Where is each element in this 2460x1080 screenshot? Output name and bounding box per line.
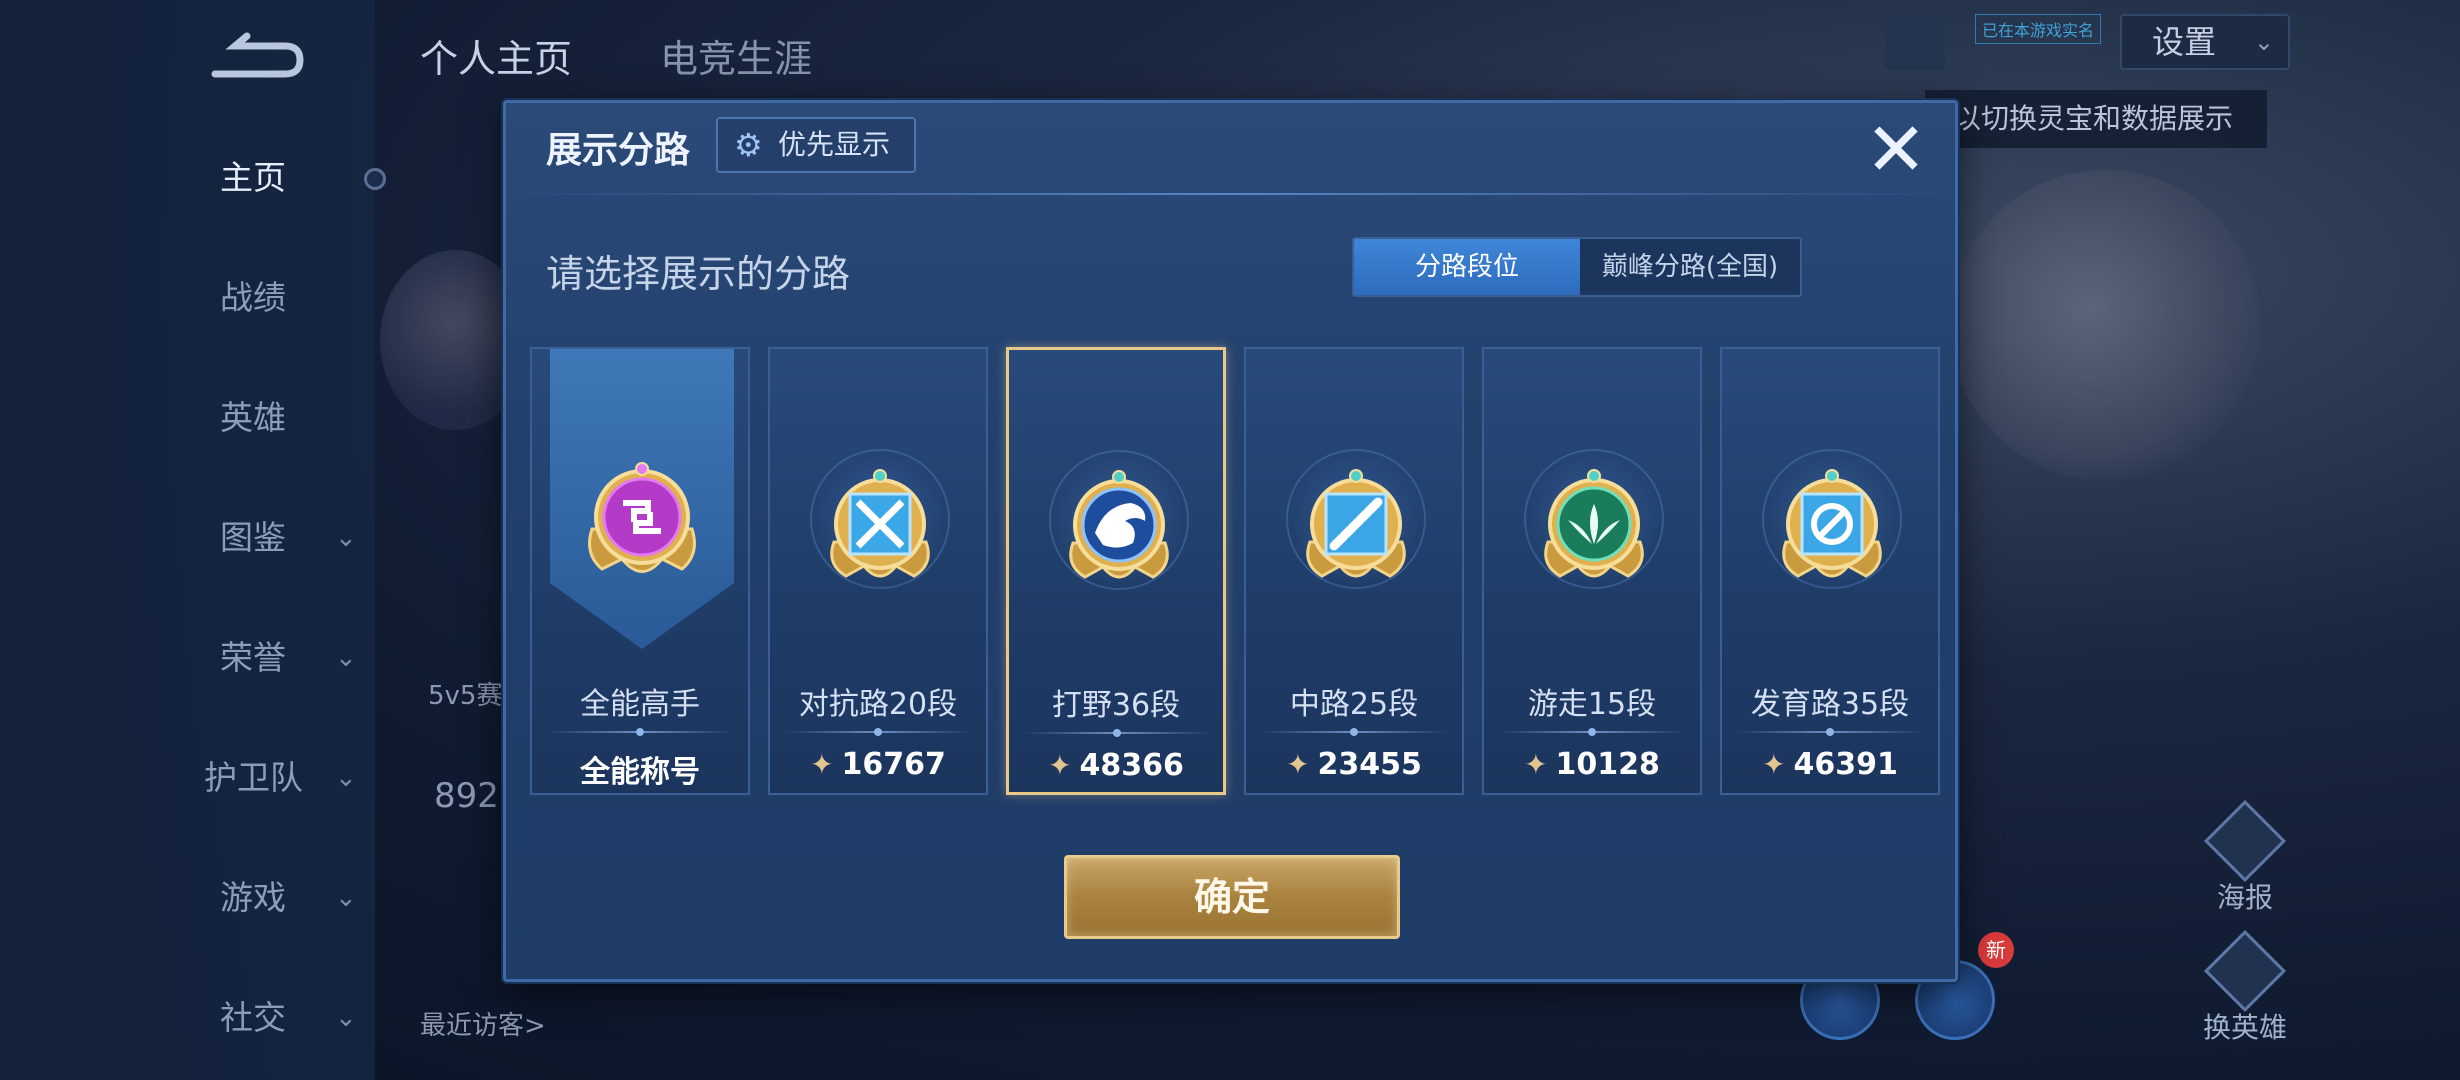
tab-lane-rank[interactable]: 分路段位 — [1354, 239, 1580, 295]
card-separator — [1736, 728, 1924, 736]
sidebar-item-honor[interactable]: 荣誉 ⌄ — [160, 628, 360, 688]
lane-card-clash[interactable]: 对抗路20段 ✦ 16767 — [768, 347, 988, 795]
new-badge: 新 — [1978, 932, 2014, 968]
verified-tag: 已在本游戏实名 — [1975, 14, 2102, 44]
sidebar-item-social[interactable]: 社交 ⌄ — [160, 988, 360, 1048]
lane-card-farm[interactable]: 发育路35段 ✦ 46391 — [1720, 347, 1940, 795]
poster-button[interactable]: 海报 — [2195, 799, 2295, 916]
lane-cards: 全能高手 全能称号 对抗路20段 ✦ 16767 打野36段 ✦ 48366 中… — [530, 347, 1940, 797]
clash-lane-badge-icon — [830, 469, 930, 578]
sidebar-item-hero[interactable]: 英雄 — [160, 388, 360, 448]
chevron-down-icon: ⌄ — [335, 523, 357, 553]
lane-card-roam[interactable]: 游走15段 ✦ 10128 — [1482, 347, 1702, 795]
lane-mode-toggle: 分路段位 巅峰分路(全国) — [1352, 237, 1802, 297]
tab-profile[interactable]: 个人主页 — [420, 28, 572, 83]
active-indicator — [364, 168, 386, 190]
bg-5v5-text: 5v5赛 — [428, 681, 503, 711]
settings-button[interactable]: 设置 ⌄ — [2120, 14, 2290, 70]
chevron-down-icon: ⌄ — [335, 1003, 357, 1033]
points-icon: ✦ — [1286, 748, 1310, 781]
jungle-badge-icon — [1069, 470, 1169, 579]
lane-card-allround[interactable]: 全能高手 全能称号 — [530, 347, 750, 795]
bg-number: 892 — [434, 776, 499, 816]
card-separator — [546, 728, 734, 736]
card-separator — [1260, 728, 1448, 736]
priority-display-button[interactable]: ⚙ 优先显示 — [716, 117, 916, 173]
close-button[interactable]: ✕ — [1861, 113, 1931, 187]
farm-lane-badge-icon — [1782, 469, 1882, 578]
card-separator — [784, 728, 972, 736]
poster-icon — [2203, 799, 2287, 883]
gear-icon: ⚙ — [734, 126, 763, 164]
tab-peak-lane[interactable]: 巅峰分路(全国) — [1580, 239, 1800, 295]
sidebar-item-guard[interactable]: 护卫队 ⌄ — [160, 748, 360, 808]
title-divider — [506, 193, 1955, 195]
allround-badge-icon — [588, 462, 696, 573]
background-moon — [1950, 170, 2260, 480]
modal-title: 展示分路 — [546, 130, 691, 171]
lane-display-modal: 展示分路 ⚙ 优先显示 ✕ 请选择展示的分路 分路段位 巅峰分路(全国) 全能高… — [503, 100, 1958, 982]
card-separator — [1023, 729, 1211, 737]
points-icon: ✦ — [1524, 748, 1548, 781]
sidebar-item-home[interactable]: 主页 — [160, 148, 360, 208]
switch-tip: 以切换灵宝和数据展示 — [1925, 90, 2267, 148]
lane-card-jungle[interactable]: 打野36段 ✦ 48366 — [1006, 347, 1226, 795]
card-title-text: 全能称号 — [580, 755, 700, 790]
points-icon: ✦ — [1762, 748, 1786, 781]
sidebar-item-record[interactable]: 战绩 — [160, 268, 360, 328]
sidebar-item-codex[interactable]: 图鉴 ⌄ — [160, 508, 360, 568]
user-avatar[interactable] — [1885, 14, 1945, 70]
chevron-down-icon: ⌄ — [335, 643, 357, 673]
chevron-down-icon: ⌄ — [335, 763, 357, 793]
points-icon: ✦ — [1048, 749, 1072, 782]
modal-subtitle: 请选择展示的分路 — [546, 252, 851, 296]
recent-visitors[interactable]: 最近访客> — [420, 1005, 546, 1042]
swap-hero-icon — [2203, 929, 2287, 1013]
sidebar-item-game[interactable]: 游戏 ⌄ — [160, 868, 360, 928]
swap-hero-button[interactable]: 换英雄 — [2195, 929, 2295, 1046]
chevron-down-icon: ⌄ — [335, 883, 357, 913]
card-separator — [1498, 728, 1686, 736]
sidebar: 主页 战绩 英雄 图鉴 ⌄ 荣誉 ⌄ 护卫队 ⌄ 游戏 ⌄ 社交 ⌄ — [0, 0, 386, 1080]
back-icon[interactable] — [205, 26, 305, 86]
confirm-button[interactable]: 确定 — [1064, 855, 1400, 939]
mid-lane-badge-icon — [1306, 469, 1406, 578]
tab-esports[interactable]: 电竞生涯 — [660, 28, 812, 83]
points-icon: ✦ — [810, 748, 834, 781]
lane-card-mid[interactable]: 中路25段 ✦ 23455 — [1244, 347, 1464, 795]
chevron-down-icon: ⌄ — [2253, 28, 2274, 56]
roam-badge-icon — [1544, 469, 1644, 578]
